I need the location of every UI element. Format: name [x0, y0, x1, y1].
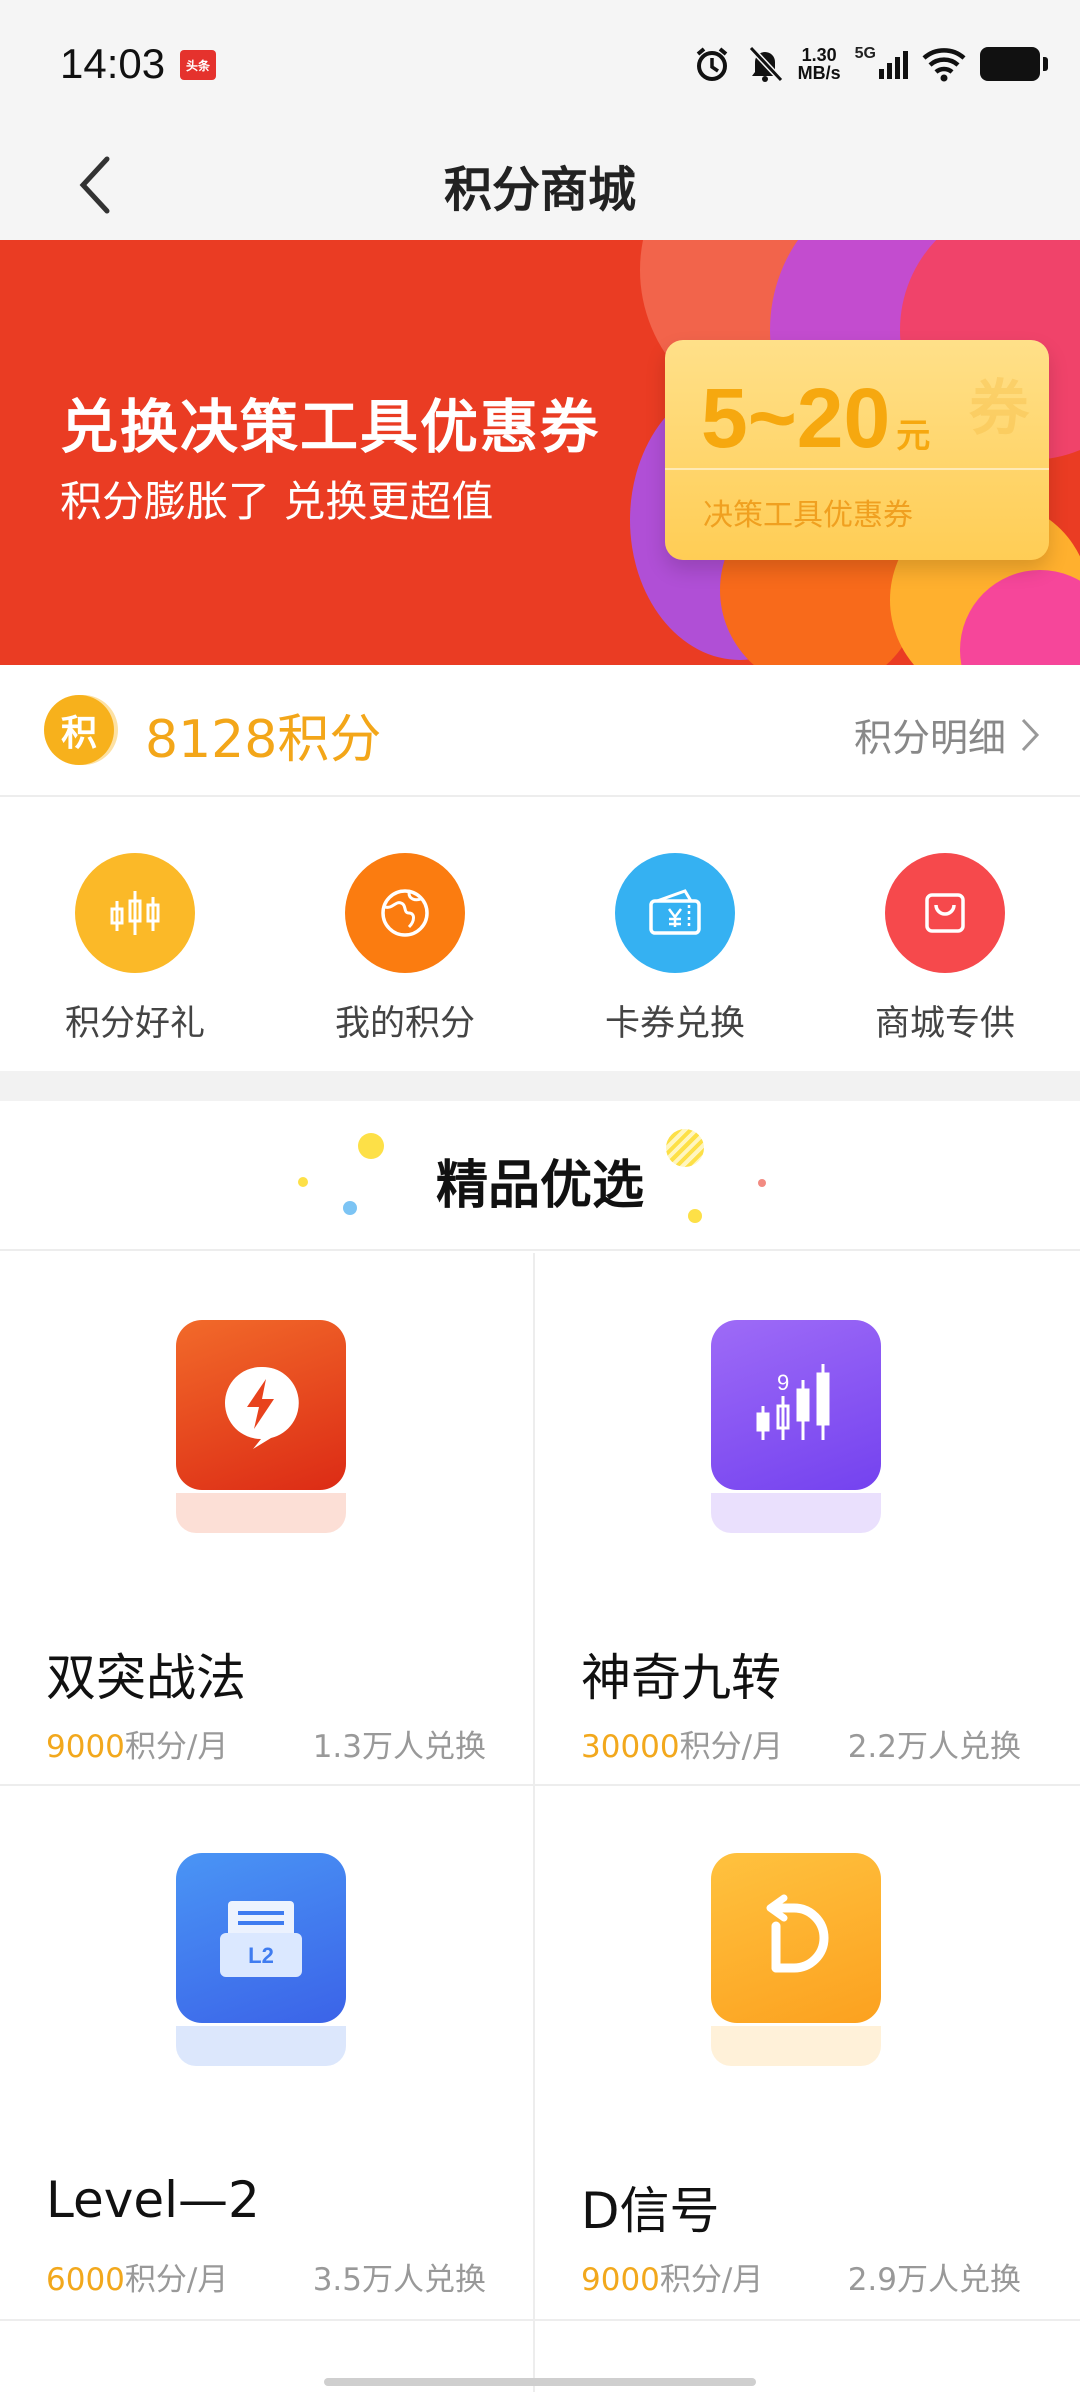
banner-subtitle: 积分膨胀了 兑换更超值	[60, 477, 494, 526]
product-card[interactable]: 9 神奇九转 30000积分/月 2.2万人兑换	[535, 1253, 1069, 1787]
product-name: Level—2	[46, 2171, 260, 2229]
coupon-watermark: 券	[969, 374, 1029, 444]
shortcut-label: 我的积分	[334, 1004, 475, 1044]
coupon-divider	[665, 468, 1049, 470]
coupon-unit: 元	[896, 417, 931, 455]
price-unit: 积分/月	[124, 2262, 229, 2298]
section-separator	[0, 1071, 1080, 1101]
lightning-chat-icon	[176, 1320, 346, 1490]
product-card[interactable]: D信号 9000积分/月 2.9万人兑换	[535, 1786, 1069, 2320]
candlestick-chart-icon	[75, 853, 195, 973]
coupon-card: 券 5~20 元 决策工具优惠券	[665, 340, 1049, 560]
price-unit: 积分/月	[679, 1729, 784, 1765]
price-value: 30000	[581, 1729, 680, 1765]
shortcut-gifts[interactable]: 积分好礼	[0, 799, 270, 1071]
toutiao-app-badge-icon: 头条	[180, 50, 216, 80]
home-indicator[interactable]	[324, 2378, 756, 2386]
battery-icon	[980, 44, 1048, 84]
app-badge-label: 头条	[185, 59, 210, 73]
exchange-count: 2.9万人兑换	[847, 2262, 1021, 2298]
net-speed-unit: MB/s	[797, 63, 841, 83]
candlestick-9-icon: 9	[711, 1320, 881, 1490]
icon-reflection	[711, 2026, 881, 2066]
l2-document-icon: L2	[176, 1853, 346, 2023]
price-value: 6000	[46, 2262, 125, 2298]
shortcut-label: 积分好礼	[64, 1004, 205, 1044]
network-type: 5G	[854, 45, 876, 62]
d-signal-icon	[711, 1853, 881, 2023]
product-name: D信号	[581, 2182, 720, 2240]
net-speed-value: 1.30	[801, 45, 837, 65]
product-card[interactable]: 双突战法 9000积分/月 1.3万人兑换	[0, 1253, 534, 1787]
page-title: 积分商城	[443, 162, 636, 218]
shortcut-label: 卡券兑换	[604, 1004, 745, 1044]
points-coin-char: 积	[60, 713, 97, 754]
section-header: 精品优选	[0, 1101, 1080, 1251]
shortcut-label: 商城专供	[874, 1004, 1015, 1044]
points-detail-link[interactable]: 积分明细	[854, 707, 1040, 762]
coupon-name: 决策工具优惠券	[703, 498, 913, 533]
price-unit: 积分/月	[124, 1729, 229, 1765]
shortcut-mall-exclusive[interactable]: 商城专供	[810, 799, 1080, 1071]
status-time: 14:03	[60, 40, 166, 87]
price-value: 9000	[581, 2262, 660, 2298]
product-price: 30000积分/月	[581, 1721, 783, 1766]
shopping-bag-icon	[885, 853, 1005, 973]
points-summary: 积 8128积分 积分明细	[0, 665, 1080, 797]
shortcut-my-points[interactable]: 我的积分	[270, 799, 540, 1071]
icon-nine: 9	[777, 1370, 789, 1395]
icon-reflection	[176, 2026, 346, 2066]
nav-bar: 积分商城	[0, 130, 1080, 240]
signal-5g-icon: 5G	[855, 44, 908, 84]
points-coin-icon: 积	[44, 695, 114, 765]
section-title: 精品优选	[435, 1156, 644, 1216]
coupon-amount-value: 5~20	[701, 371, 891, 465]
promo-banner[interactable]: 兑换决策工具优惠券 积分膨胀了 兑换更超值 券 5~20 元 决策工具优惠券	[0, 240, 1080, 665]
alarm-clock-icon	[692, 44, 732, 84]
yuan-ticket-icon	[615, 853, 735, 973]
network-speed: 1.30 MB/s	[798, 44, 841, 84]
wifi-icon	[922, 44, 966, 84]
exchange-count: 3.5万人兑换	[312, 2262, 486, 2298]
icon-l2: L2	[248, 1943, 274, 1968]
exchange-count: 1.3万人兑换	[312, 1729, 486, 1765]
icon-reflection	[176, 1493, 346, 1533]
status-icons: 1.30 MB/s 5G	[692, 42, 1048, 86]
status-bar: 14:03 头条 1.30 MB/s 5G	[0, 0, 1080, 130]
product-name: 神奇九转	[581, 1649, 781, 1707]
shortcut-coupon-exchange[interactable]: 卡券兑换	[540, 799, 810, 1071]
product-grid: 双突战法 9000积分/月 1.3万人兑换 9 神奇九转 30000积分/月 2…	[0, 1253, 1080, 2392]
icon-reflection	[711, 1493, 881, 1533]
product-price: 6000积分/月	[46, 2254, 228, 2299]
coupon-amount: 5~20 元	[701, 370, 930, 467]
exchange-count: 2.2万人兑换	[847, 1729, 1021, 1765]
product-price: 9000积分/月	[581, 2254, 763, 2299]
chevron-right-icon	[1021, 718, 1040, 751]
price-value: 9000	[46, 1729, 125, 1765]
points-detail-label: 积分明细	[853, 716, 1006, 760]
product-price: 9000积分/月	[46, 1721, 228, 1766]
product-name: 双突战法	[46, 1649, 246, 1707]
shortcut-bar: 积分好礼 我的积分 卡券兑换 商城专供	[0, 799, 1080, 1071]
points-balance: 8128积分	[145, 710, 382, 770]
mute-bell-icon	[746, 44, 784, 84]
banner-title: 兑换决策工具优惠券	[60, 393, 601, 461]
product-card[interactable]: L2 Level—2 6000积分/月 3.5万人兑换	[0, 1786, 534, 2320]
globe-icon	[345, 853, 465, 973]
price-unit: 积分/月	[659, 2262, 764, 2298]
